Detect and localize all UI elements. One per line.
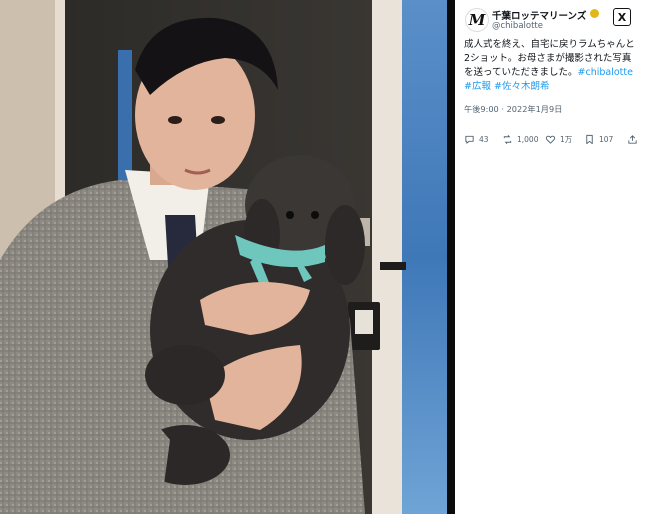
post-panel: M 千葉ロッテマリーンズ @chibalotte X 成人式を終え、自宅に戻りラ… — [455, 0, 645, 514]
repost-arrows-icon — [503, 134, 512, 144]
panel-divider — [447, 0, 455, 514]
x-logo-icon[interactable]: X — [613, 8, 631, 26]
reply-button[interactable]: 43 — [464, 131, 489, 147]
post-photo[interactable] — [0, 0, 447, 514]
author-handle[interactable]: @chibalotte — [492, 21, 543, 31]
upload-share-icon — [628, 134, 637, 144]
avatar-letter: M — [468, 10, 486, 29]
bookmark-button[interactable]: 107 — [584, 131, 613, 147]
post-actions: 43 1,000 1万 107 — [464, 131, 640, 147]
author-display-name[interactable]: 千葉ロッテマリーンズ — [492, 8, 586, 22]
hashtag-link[interactable]: #佐々木朗希 — [494, 81, 549, 92]
speech-bubble-icon — [465, 135, 474, 144]
share-button[interactable] — [627, 131, 638, 147]
hashtag-link[interactable]: #chibalotte — [578, 67, 633, 78]
like-count: 1万 — [560, 134, 573, 144]
post-timestamp[interactable]: 午後9:00 · 2022年1月9日 — [464, 103, 562, 115]
post-header: M 千葉ロッテマリーンズ @chibalotte X — [465, 6, 637, 36]
like-button[interactable]: 1万 — [545, 131, 572, 147]
reply-count: 43 — [479, 134, 489, 144]
x-logo-letter: X — [617, 10, 627, 24]
bookmark-count: 107 — [599, 134, 614, 144]
photo-illustration — [0, 0, 447, 514]
bookmark-icon — [586, 134, 593, 144]
heart-icon — [545, 135, 556, 144]
repost-button[interactable]: 1,000 — [502, 131, 538, 147]
repost-count: 1,000 — [517, 134, 539, 144]
verified-badge-icon — [590, 9, 599, 18]
hashtag-link[interactable]: #広報 — [464, 81, 491, 92]
author-avatar[interactable]: M — [465, 8, 489, 32]
post-text: 成人式を終え、自宅に戻りラムちゃんと2ショット。お母さまが撮影された写真を送って… — [464, 38, 640, 94]
